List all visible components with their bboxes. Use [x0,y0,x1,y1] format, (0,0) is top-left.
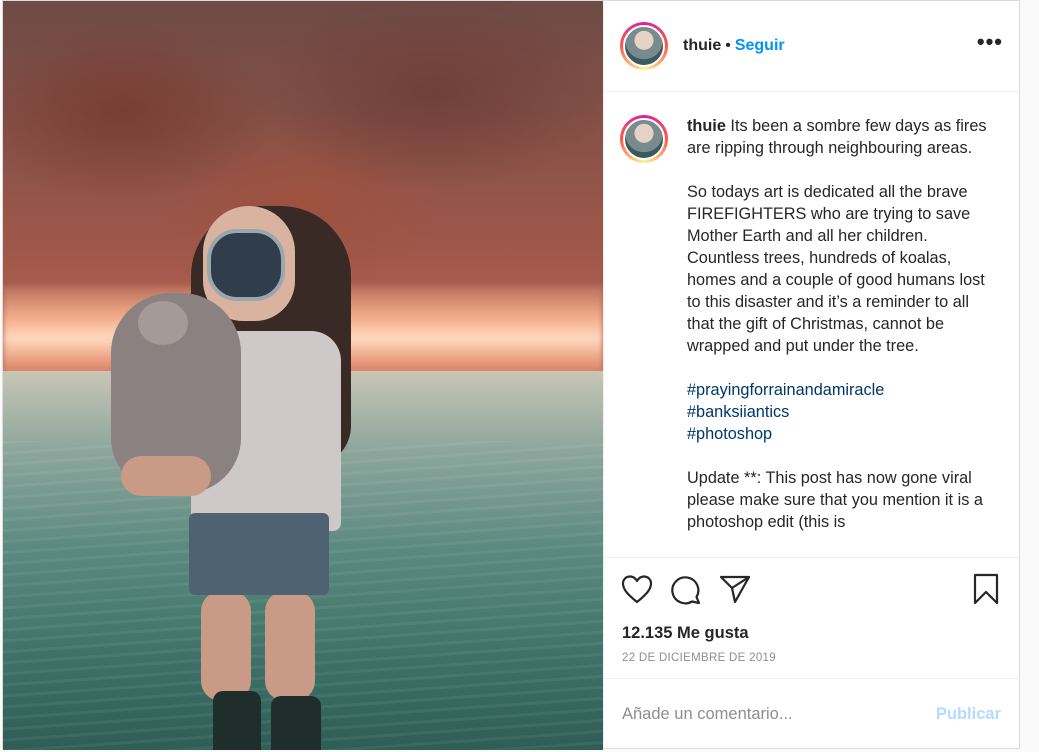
caption-avatar[interactable] [620,115,668,163]
action-bar [604,557,1019,620]
post-username[interactable]: thuie [683,37,721,55]
bookmark-icon[interactable] [969,572,1003,606]
more-options-icon[interactable]: ••• [977,31,1003,61]
post-header: thuie • Seguir ••• [604,1,1019,92]
caption-text: thuie Its been a sombre few days as fire… [687,115,992,557]
follow-button[interactable]: Seguir [735,37,785,55]
caption-paragraph-3: Update **: This post has now gone viral … [687,469,988,531]
heart-icon[interactable] [620,572,654,606]
avatar[interactable] [620,22,668,70]
add-comment-bar: Publicar [604,678,1019,750]
caption-paragraph-2: So todays art is dedicated all the brave… [687,183,990,355]
publish-button[interactable]: Publicar [936,705,1001,724]
post-side-panel: thuie • Seguir ••• thuie Its been a somb… [603,1,1019,750]
share-icon[interactable] [718,572,752,606]
comment-icon[interactable] [669,572,703,606]
post-container: thuie • Seguir ••• thuie Its been a somb… [2,0,1020,750]
likes-count[interactable]: 12.135 Me gusta [604,620,1019,652]
hashtag-link[interactable]: #prayingforrainandamiracle [687,379,992,401]
post-image[interactable] [3,1,603,750]
caption-username[interactable]: thuie [687,117,726,135]
post-date[interactable]: 22 DE DICIEMBRE DE 2019 [604,652,1019,680]
comment-input[interactable] [622,705,936,724]
separator-dot: • [725,37,731,54]
hashtag-link[interactable]: #photoshop [687,423,992,445]
comments-area[interactable]: thuie Its been a sombre few days as fire… [604,92,1019,557]
hashtag-link[interactable]: #banksiiantics [687,401,992,423]
caption-paragraph-1: Its been a sombre few days as fires are … [687,117,992,157]
hashtag-list: #prayingforrainandamiracle #banksiiantics… [687,379,992,445]
